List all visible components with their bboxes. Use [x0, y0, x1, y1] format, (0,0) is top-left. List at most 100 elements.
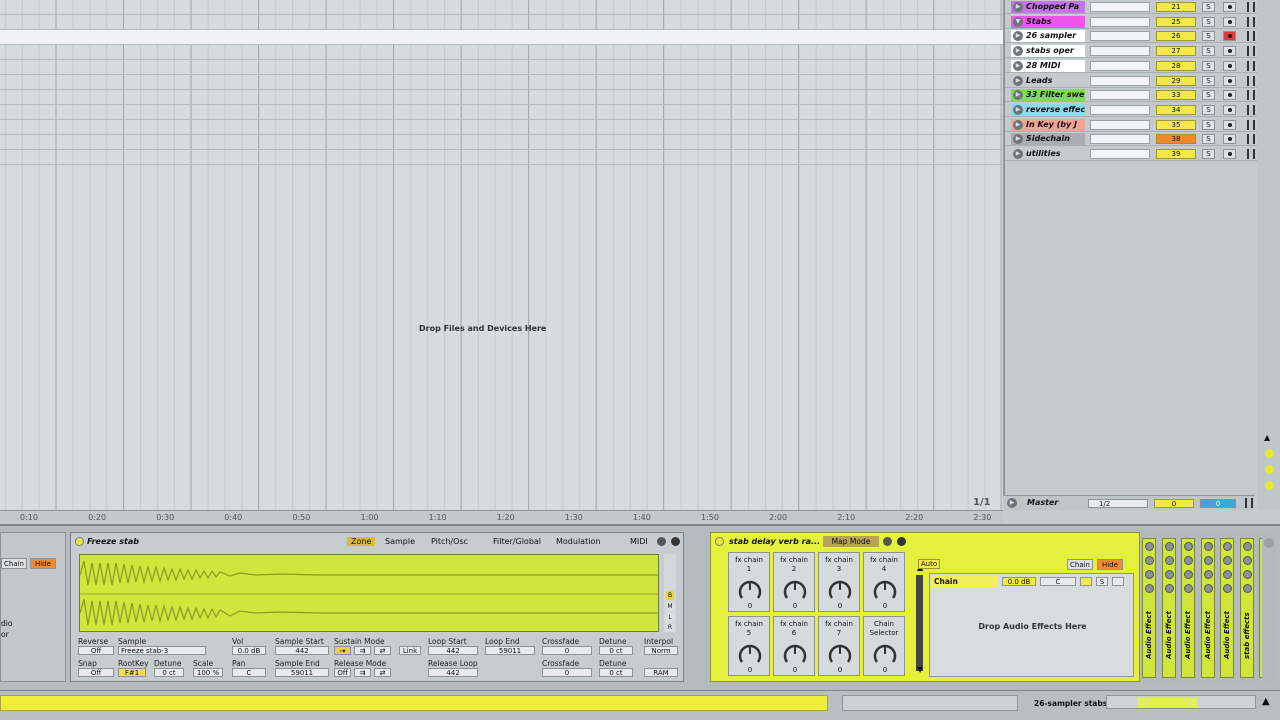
track-name[interactable]: ▶ In Key (by J	[1011, 118, 1085, 131]
solo-button[interactable]: S	[1202, 90, 1215, 101]
track-name[interactable]: ▶ reverse effec	[1011, 103, 1085, 116]
arm-button[interactable]	[1223, 31, 1236, 42]
snap-toggle[interactable]: Off	[78, 668, 114, 677]
hide-button[interactable]: Hide	[30, 558, 56, 569]
strip-button-icon[interactable]	[1145, 570, 1154, 579]
track-activator[interactable]: 21	[1156, 2, 1196, 12]
track-io-handle[interactable]	[1247, 60, 1255, 71]
master-value[interactable]: 0	[1154, 499, 1194, 508]
arm-button[interactable]	[1223, 134, 1236, 145]
play-icon[interactable]: ▶	[1013, 119, 1023, 130]
arrangement-lane[interactable]	[0, 90, 1003, 105]
macro-5[interactable]: fx chain 5 0	[728, 616, 770, 676]
strip-button-icon[interactable]	[1184, 556, 1193, 565]
strip-button-icon[interactable]	[1203, 556, 1213, 565]
strip-button-icon[interactable]	[1242, 556, 1252, 565]
auto-button[interactable]: Auto	[918, 559, 940, 569]
root-key-field[interactable]: F#1	[118, 668, 146, 677]
device-close-icon[interactable]	[671, 537, 680, 546]
play-icon[interactable]: ▶	[1013, 149, 1023, 159]
track-io-handle[interactable]	[1247, 149, 1255, 159]
macro-8[interactable]: Chain Selector 0	[863, 616, 905, 676]
strip-button-icon[interactable]	[1145, 556, 1154, 565]
crossfade-field[interactable]: 0	[542, 646, 592, 655]
overview-dot[interactable]	[1265, 481, 1274, 490]
tab-pitch-osc[interactable]: Pitch/Osc	[431, 537, 468, 546]
solo-button[interactable]: S	[1202, 149, 1215, 159]
crossfade-field[interactable]: 0	[542, 668, 592, 677]
track-name[interactable]: ▶ Chopped Pa	[1011, 1, 1085, 13]
play-icon[interactable]: ▶	[1013, 75, 1023, 86]
arm-button[interactable]	[1223, 60, 1236, 71]
play-icon[interactable]: ▶	[1013, 46, 1023, 57]
arrangement-lane[interactable]	[0, 0, 1003, 15]
master-output-select[interactable]: 1/2	[1088, 499, 1148, 508]
strip-button-icon[interactable]	[1145, 584, 1154, 593]
macro-knob[interactable]: 0	[782, 579, 808, 610]
volume-field[interactable]: 0.0 dB	[232, 646, 266, 655]
solo-button[interactable]: S	[1202, 16, 1215, 27]
track-header[interactable]: ▼ Stabs 25 S	[1005, 15, 1257, 29]
strip-button-icon[interactable]	[1164, 584, 1174, 593]
track-io-handle[interactable]	[1247, 90, 1255, 101]
overview-dot[interactable]	[1265, 449, 1274, 458]
track-activator[interactable]: 25	[1156, 16, 1196, 27]
chain-activator[interactable]	[1080, 577, 1092, 586]
arrangement-lane[interactable]	[0, 60, 1003, 75]
arm-button[interactable]	[1223, 149, 1236, 159]
play-icon[interactable]: ▶	[1013, 31, 1023, 42]
strip-button-icon[interactable]	[1223, 556, 1232, 565]
track-name[interactable]: ▼ Stabs	[1011, 15, 1085, 28]
strip-button-icon[interactable]	[1184, 570, 1193, 579]
release-mode-loop[interactable]: ⇉	[354, 668, 371, 677]
strip-power-icon[interactable]	[1145, 542, 1154, 551]
arm-button[interactable]	[1223, 104, 1236, 115]
chain-mute[interactable]	[1112, 577, 1124, 586]
arrangement-lane[interactable]	[0, 120, 1003, 135]
track-activator[interactable]: 28	[1156, 60, 1196, 71]
scroll-knob-icon[interactable]	[1264, 538, 1274, 548]
loop-end-field[interactable]: 59011	[485, 646, 535, 655]
arrangement-lane[interactable]	[0, 45, 1003, 60]
macro-7[interactable]: fx chain 7 0	[818, 616, 860, 676]
track-activator[interactable]: 26	[1156, 31, 1196, 42]
effect-strip[interactable]: Audio Effect	[1142, 538, 1156, 678]
strip-button-icon[interactable]	[1164, 556, 1174, 565]
macro-knob[interactable]: 0	[827, 579, 853, 610]
chain-solo[interactable]: S	[1096, 577, 1108, 586]
device-options-icon[interactable]	[883, 537, 892, 546]
solo-button[interactable]: S	[1202, 75, 1215, 86]
scroll-up-arrow-icon[interactable]: ▲	[1264, 433, 1274, 442]
scroll-up-arrow-icon[interactable]: ▲	[1262, 696, 1270, 707]
strip-power-icon[interactable]	[1203, 542, 1213, 551]
device-chooser[interactable]	[1106, 695, 1256, 709]
mode-b-button[interactable]: B	[666, 591, 674, 600]
reverse-toggle[interactable]: Off	[78, 646, 114, 655]
track-io-handle[interactable]	[1247, 46, 1255, 57]
track-name[interactable]: ▶ 28 MIDI	[1011, 59, 1085, 72]
solo-button[interactable]: S	[1202, 31, 1215, 42]
track-name[interactable]: ▶ 26 sampler	[1011, 30, 1085, 43]
solo-button[interactable]: S	[1202, 2, 1215, 12]
scroll-down-arrow-icon[interactable]: ▼	[917, 665, 923, 674]
arrangement-lane[interactable]	[0, 75, 1003, 90]
track-header[interactable]: ▶ In Key (by J 35 S	[1005, 118, 1257, 132]
macro-knob[interactable]: 0	[872, 579, 898, 610]
sustain-mode-loop[interactable]: ⇉	[354, 646, 371, 655]
master-track[interactable]: 1/1 ▶ Master 1/2 0 0	[973, 495, 1255, 510]
hide-button[interactable]: Hide	[1097, 559, 1123, 570]
arm-button[interactable]	[1223, 46, 1236, 57]
detune-field[interactable]: 0 ct	[154, 668, 184, 677]
track-name[interactable]: ▶ Leads	[1011, 74, 1085, 87]
solo-button[interactable]: S	[1202, 104, 1215, 115]
track-header[interactable]: ▶ Sidechain 38 S	[1005, 132, 1257, 147]
strip-power-icon[interactable]	[1223, 542, 1232, 551]
arrangement-lane[interactable]	[0, 150, 1003, 165]
detune-field[interactable]: 0 ct	[599, 668, 633, 677]
track-header[interactable]: ▶ Chopped Pa 21 S	[1005, 0, 1257, 14]
track-header[interactable]: ▶ 33 Filter swe 33 S	[1005, 88, 1257, 103]
track-activator[interactable]: 29	[1156, 75, 1196, 86]
solo-button[interactable]: S	[1202, 46, 1215, 57]
strip-button-icon[interactable]	[1242, 570, 1252, 579]
arrangement-lane[interactable]	[0, 105, 1003, 120]
